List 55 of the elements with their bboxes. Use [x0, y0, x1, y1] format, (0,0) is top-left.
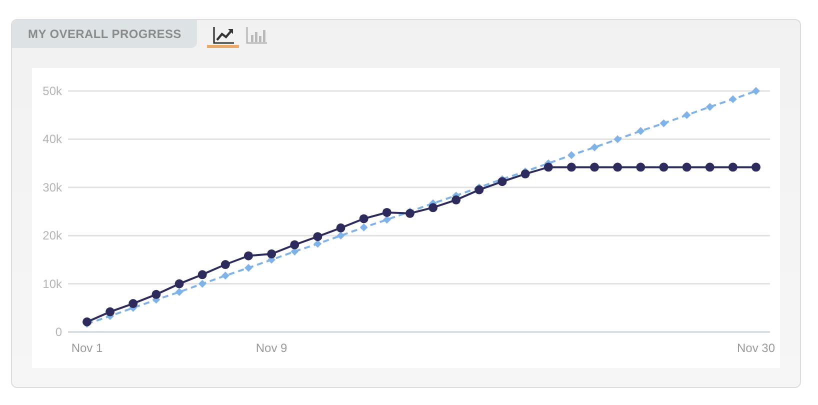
data-point	[82, 317, 92, 326]
x-axis-label: Nov 30	[736, 341, 776, 355]
panel-title: MY OVERALL PROGRESS	[12, 20, 198, 48]
data-point	[174, 279, 184, 288]
data-point	[613, 162, 622, 172]
data-point	[544, 162, 553, 172]
data-point	[520, 169, 530, 178]
data-point	[244, 251, 253, 260]
data-point	[728, 95, 737, 104]
data-point	[152, 290, 161, 299]
data-point	[198, 270, 207, 280]
data-point	[752, 162, 760, 172]
data-point	[405, 208, 414, 218]
data-point	[198, 280, 206, 288]
data-point	[660, 119, 668, 128]
data-point	[636, 162, 646, 172]
y-axis-label: 40k	[42, 132, 62, 146]
data-point	[314, 240, 322, 248]
data-point	[706, 102, 714, 111]
data-point	[752, 87, 760, 95]
y-axis-label: 50k	[42, 84, 62, 98]
data-point	[428, 203, 438, 212]
y-axis-label: 20k	[42, 228, 62, 243]
data-point	[128, 299, 138, 308]
data-point	[659, 162, 668, 172]
data-point	[590, 162, 600, 172]
data-point	[452, 195, 461, 204]
x-axis-label: Nov 1	[71, 341, 103, 355]
data-point	[636, 127, 645, 135]
data-point	[382, 216, 391, 224]
data-point	[220, 260, 230, 270]
data-point	[498, 177, 507, 186]
data-point	[382, 208, 392, 217]
data-point	[244, 264, 252, 272]
data-point	[682, 162, 692, 172]
data-point	[728, 162, 738, 172]
data-point	[336, 232, 345, 240]
data-point	[474, 185, 484, 194]
data-point	[360, 223, 368, 232]
data-point	[682, 111, 691, 120]
data-point	[566, 162, 576, 172]
y-axis-label: 0	[55, 325, 62, 339]
y-axis-label: 30k	[42, 180, 62, 194]
data-point	[221, 272, 230, 280]
data-point	[313, 232, 322, 242]
data-point	[290, 240, 300, 250]
data-point	[614, 135, 622, 144]
data-point	[267, 249, 276, 258]
y-axis-label: 10k	[42, 276, 62, 291]
data-point	[705, 162, 714, 172]
data-point	[568, 151, 576, 160]
data-point	[359, 214, 368, 224]
data-point	[590, 143, 598, 152]
x-axis-label: Nov 9	[256, 341, 288, 355]
data-point	[336, 223, 346, 232]
